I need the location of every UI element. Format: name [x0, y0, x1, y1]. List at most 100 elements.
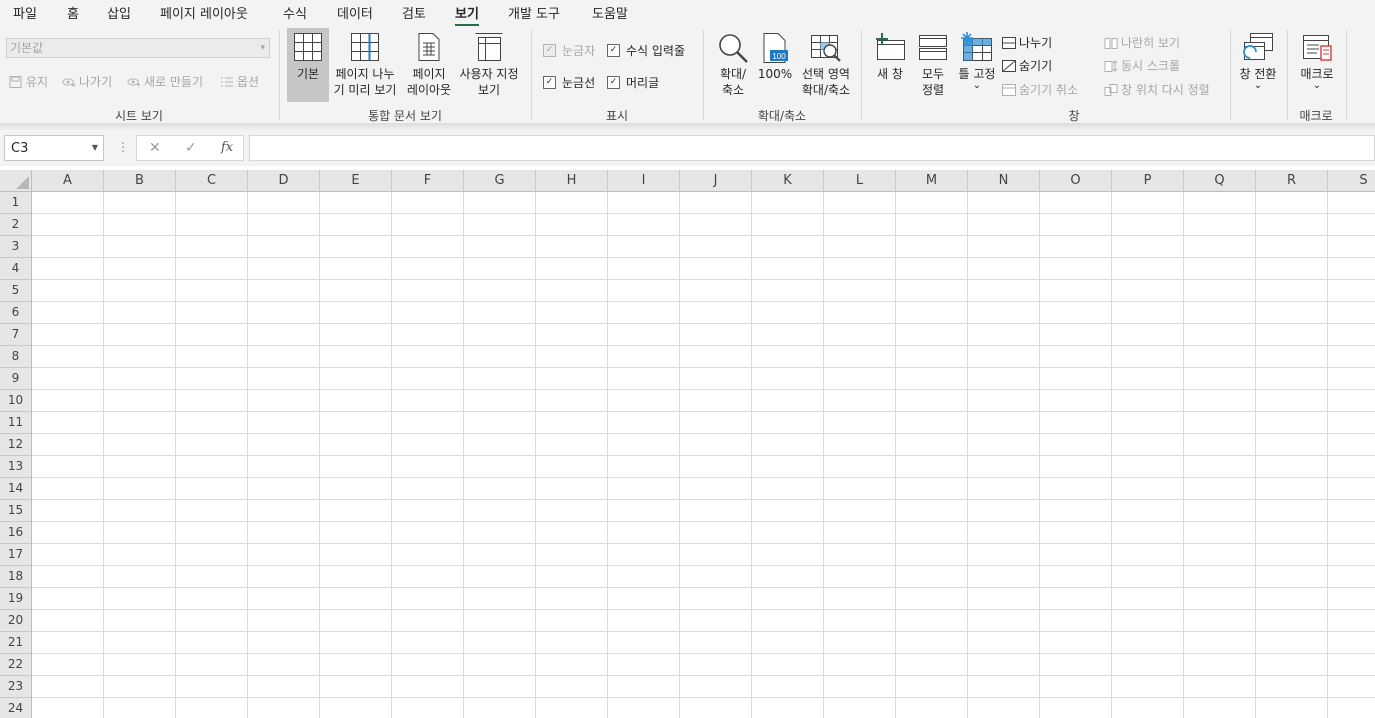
tab-help[interactable]: 도움말	[592, 3, 628, 22]
column-header[interactable]: N	[968, 170, 1040, 192]
column-header[interactable]: H	[536, 170, 608, 192]
row-header[interactable]: 11	[0, 412, 32, 434]
new-sheet-view-button[interactable]: 새로 만들기	[127, 73, 203, 90]
unhide-window-label: 숨기기 취소	[1019, 83, 1079, 97]
freeze-panes-button[interactable]: 틀 고정 ⌄	[954, 28, 1000, 102]
column-header[interactable]: P	[1112, 170, 1184, 192]
column-header[interactable]: G	[464, 170, 536, 192]
macros-chevron-icon: ⌄	[1312, 80, 1322, 91]
column-header[interactable]: L	[824, 170, 896, 192]
tab-data[interactable]: 데이터	[337, 3, 373, 22]
name-box-dropdown-icon[interactable]: ▼	[92, 143, 98, 152]
column-header[interactable]: Q	[1184, 170, 1256, 192]
name-box[interactable]: C3 ▼	[4, 135, 104, 161]
select-all-button[interactable]	[0, 170, 32, 192]
row-header[interactable]: 2	[0, 214, 32, 236]
row-header[interactable]: 8	[0, 346, 32, 368]
custom-views-icon	[475, 33, 503, 61]
row-header[interactable]: 15	[0, 500, 32, 522]
row-header[interactable]: 1	[0, 192, 32, 214]
macros-button[interactable]: 매크로 ⌄	[1295, 28, 1339, 102]
cell-area[interactable]	[32, 192, 1375, 718]
tab-home[interactable]: 홈	[67, 3, 79, 22]
zoom-to-selection-label: 선택 영역 확대/축소	[801, 67, 851, 97]
headings-checkbox[interactable]: ✓ 머리글	[607, 74, 659, 91]
ruler-check-icon: ✓	[543, 44, 556, 57]
custom-views-button[interactable]: 사용자 지정 보기	[455, 28, 523, 102]
new-sheet-view-label: 새로 만들기	[144, 75, 204, 89]
zoom-button[interactable]: 확대/ 축소	[713, 28, 753, 102]
column-header[interactable]: C	[176, 170, 248, 192]
row-header[interactable]: 4	[0, 258, 32, 280]
keep-button[interactable]: 유지	[9, 73, 48, 90]
sheet-view-select[interactable]: 기본값 ▾	[6, 38, 270, 58]
tab-file[interactable]: 파일	[13, 3, 37, 22]
unhide-window-button[interactable]: 숨기기 취소	[1002, 81, 1078, 98]
zoom-100-button[interactable]: 100 100%	[756, 28, 794, 102]
switch-windows-button[interactable]: 창 전환 ⌄	[1235, 28, 1281, 102]
row-header[interactable]: 13	[0, 456, 32, 478]
column-header[interactable]: D	[248, 170, 320, 192]
row-header[interactable]: 18	[0, 566, 32, 588]
normal-view-button[interactable]: 기본	[287, 28, 329, 102]
confirm-icon[interactable]: ✓	[185, 140, 197, 156]
tab-formulas[interactable]: 수식	[283, 3, 307, 22]
page-break-preview-button[interactable]: 페이지 나누 기 미리 보기	[330, 28, 400, 102]
tab-developer[interactable]: 개발 도구	[508, 3, 560, 22]
arrange-all-button[interactable]: 모두 정렬	[914, 28, 952, 102]
row-header[interactable]: 12	[0, 434, 32, 456]
row-header[interactable]: 17	[0, 544, 32, 566]
column-header[interactable]: J	[680, 170, 752, 192]
column-header[interactable]: E	[320, 170, 392, 192]
exit-button[interactable]: 나가기	[62, 73, 112, 90]
split-button[interactable]: 나누기	[1002, 34, 1052, 51]
row-header[interactable]: 16	[0, 522, 32, 544]
tab-insert[interactable]: 삽입	[107, 3, 131, 22]
zoom-selection-icon	[811, 35, 841, 62]
tab-view[interactable]: 보기	[455, 3, 479, 26]
column-header[interactable]: I	[608, 170, 680, 192]
zoom-to-selection-button[interactable]: 선택 영역 확대/축소	[798, 28, 854, 102]
column-header[interactable]: M	[896, 170, 968, 192]
tab-page-layout[interactable]: 페이지 레이아웃	[160, 3, 248, 22]
column-header[interactable]: R	[1256, 170, 1328, 192]
cancel-icon[interactable]: ✕	[149, 140, 161, 156]
row-header[interactable]: 23	[0, 676, 32, 698]
row-header[interactable]: 10	[0, 390, 32, 412]
row-header[interactable]: 24	[0, 698, 32, 718]
row-header[interactable]: 14	[0, 478, 32, 500]
tab-review[interactable]: 검토	[402, 3, 426, 22]
row-header[interactable]: 6	[0, 302, 32, 324]
column-header[interactable]: F	[392, 170, 464, 192]
column-header[interactable]: B	[104, 170, 176, 192]
formula-input[interactable]	[249, 135, 1375, 161]
insert-function-icon[interactable]: fx	[221, 140, 233, 155]
column-header[interactable]: K	[752, 170, 824, 192]
zoom-100-icon: 100	[763, 33, 788, 63]
gridlines-checkbox[interactable]: ✓ 눈금선	[543, 74, 595, 91]
row-header[interactable]: 22	[0, 654, 32, 676]
spreadsheet-grid: ABCDEFGHIJKLMNOPQRS 1 2 3 4 5 6 7 8 9 10 11 12 13 14 1…	[0, 170, 1375, 718]
row-header[interactable]: 3	[0, 236, 32, 258]
new-window-button[interactable]: 새 창	[870, 28, 910, 102]
formula-bar-resize-handle[interactable]: ⋮	[117, 140, 129, 154]
ruler-checkbox[interactable]: ✓ 눈금자	[543, 42, 595, 59]
row-header[interactable]: 7	[0, 324, 32, 346]
row-header[interactable]: 20	[0, 610, 32, 632]
hide-window-button[interactable]: 숨기기	[1002, 57, 1052, 74]
row-header[interactable]: 19	[0, 588, 32, 610]
formula-bar-checkbox[interactable]: ✓ 수식 입력줄	[607, 42, 685, 59]
sheet-view-options-button[interactable]: 옵션	[220, 73, 259, 90]
page-layout-view-button[interactable]: 페이지 레이아웃	[405, 28, 453, 102]
reset-window-position-button[interactable]: 창 위치 다시 정렬	[1104, 81, 1210, 98]
row-header[interactable]: 9	[0, 368, 32, 390]
arrange-all-label: 모두 정렬	[921, 67, 945, 97]
column-header[interactable]: S	[1328, 170, 1375, 192]
column-header[interactable]: A	[32, 170, 104, 192]
synchronous-scrolling-button[interactable]: 동시 스크롤	[1104, 57, 1180, 74]
view-side-by-side-button[interactable]: 나란히 보기	[1104, 34, 1180, 51]
column-header[interactable]: O	[1040, 170, 1112, 192]
row-header[interactable]: 21	[0, 632, 32, 654]
hide-window-icon	[1002, 59, 1016, 72]
row-header[interactable]: 5	[0, 280, 32, 302]
